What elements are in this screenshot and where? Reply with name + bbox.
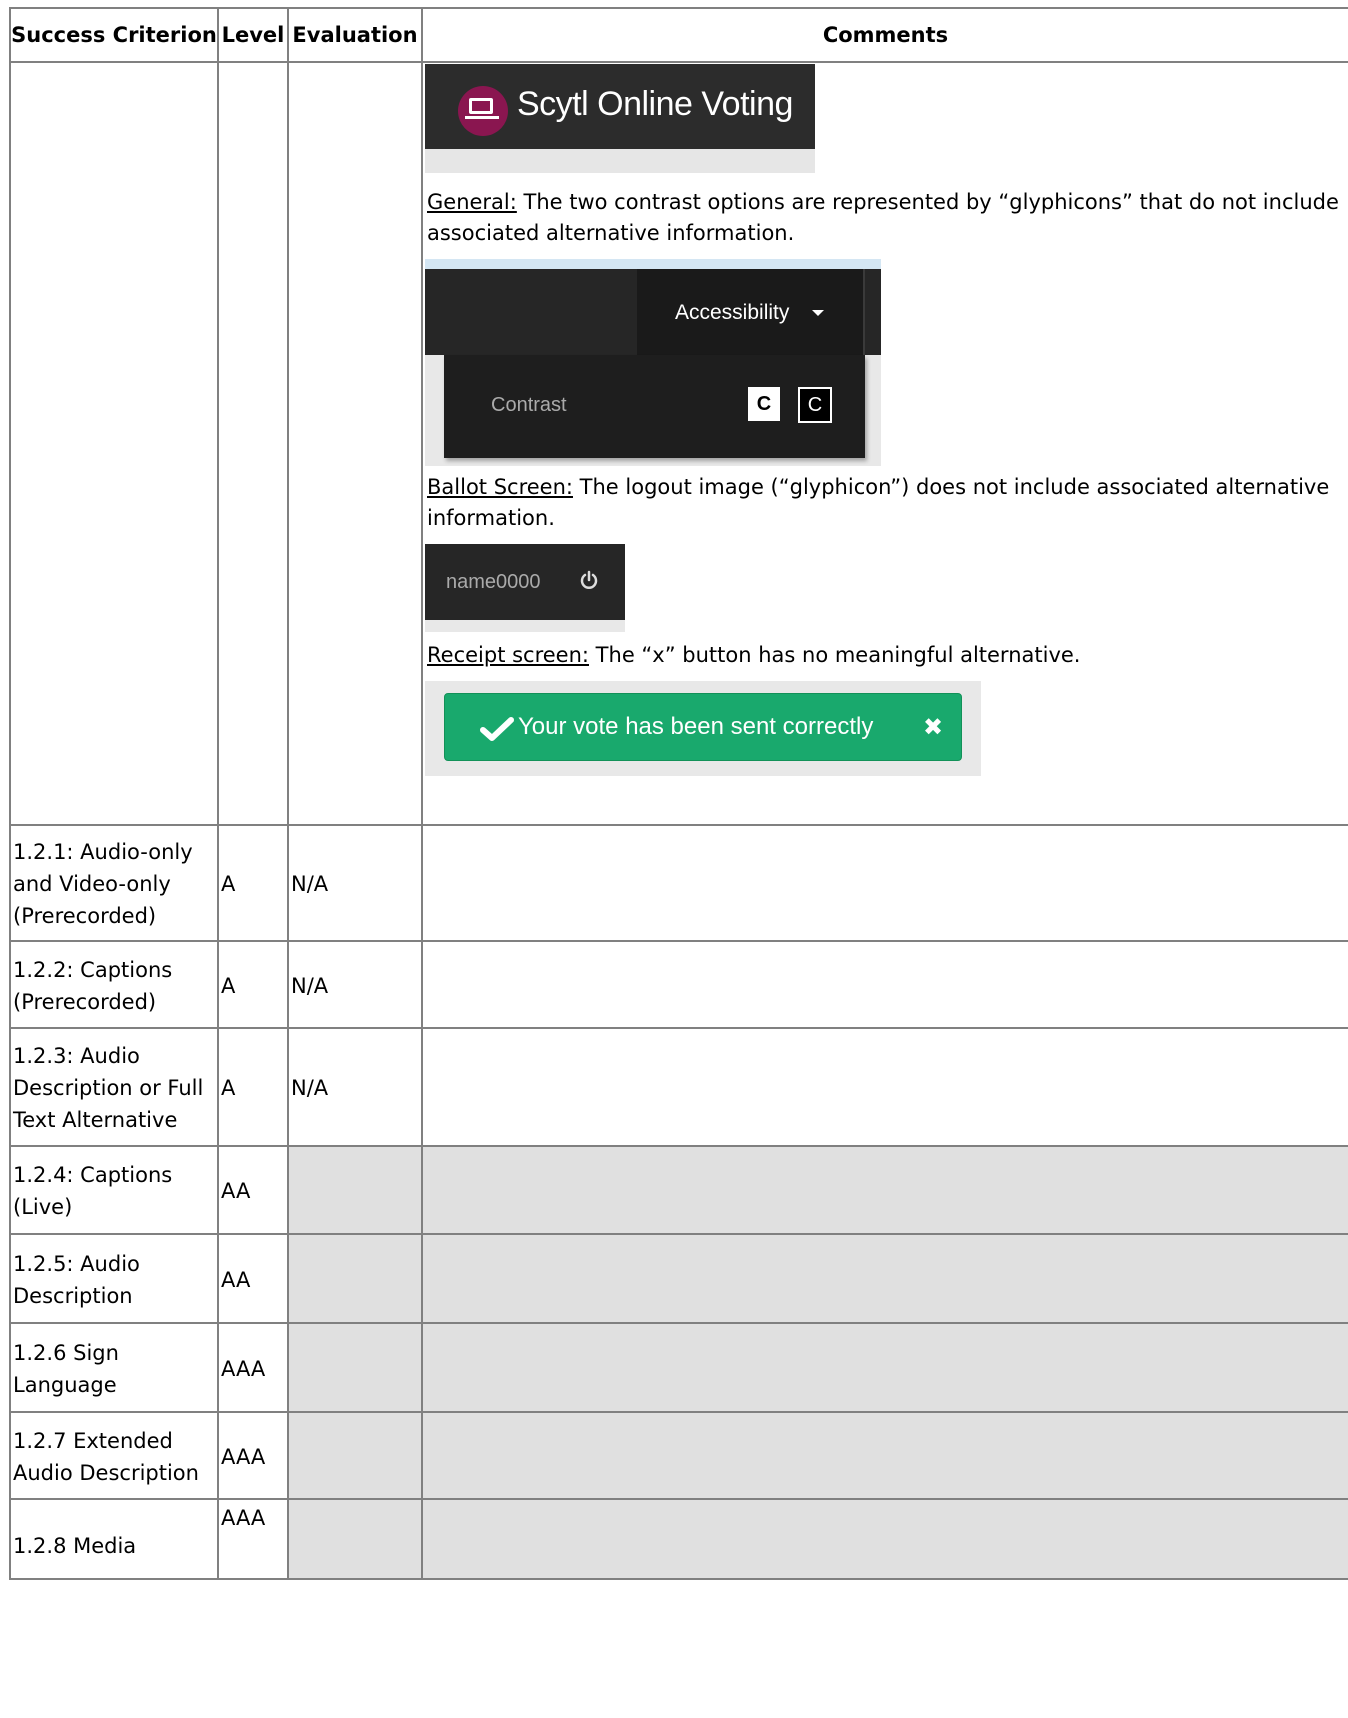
- comments-cell: [421, 1145, 1348, 1235]
- accessibility-menu-screenshot: Accessibility Contrast C C: [425, 259, 881, 466]
- criterion-cell: 1.2.1: Audio-only and Video-only (Prerec…: [9, 824, 219, 942]
- level-cell: AAA: [217, 1411, 289, 1500]
- header-criterion: Success Criterion: [9, 7, 219, 63]
- evaluation-cell: [287, 1145, 423, 1235]
- level-cell: AAA: [217, 1322, 289, 1413]
- contrast-dark-icon: C: [798, 387, 832, 423]
- contrast-label: Contrast: [491, 394, 567, 416]
- criterion-cell: 1.2.5: Audio Description: [9, 1233, 219, 1324]
- table-row: 1.2.8 Media AAA: [9, 1498, 1348, 1580]
- criterion-cell: 1.2.6 Sign Language: [9, 1322, 219, 1413]
- logo-text: Scytl Online Voting: [517, 85, 793, 123]
- continuation-level-cell: [217, 61, 289, 826]
- receipt-comment: Receipt screen: The “x” button has no me…: [427, 640, 1348, 671]
- checkmark-icon: [480, 717, 514, 741]
- evaluation-cell: [287, 1411, 423, 1500]
- header-comments: Comments: [421, 7, 1348, 63]
- header-level: Level: [217, 7, 289, 63]
- caret-down-icon: [812, 310, 824, 316]
- receipt-screenshot: Your vote has been sent correctly ✖: [425, 681, 981, 776]
- comments-cell: [421, 824, 1348, 942]
- table-row: 1.2.2: Captions (Prerecorded) A N/A: [9, 940, 1348, 1029]
- header-evaluation: Evaluation: [287, 7, 423, 63]
- level-cell: AA: [217, 1145, 289, 1235]
- comments-cell: [421, 1411, 1348, 1500]
- criterion-cell: 1.2.2: Captions (Prerecorded): [9, 940, 219, 1029]
- comments-cell: [421, 1027, 1348, 1147]
- evaluation-cell: N/A: [287, 824, 423, 942]
- general-text: The two contrast options are represented…: [427, 190, 1339, 245]
- wcag-evaluation-table: Success Criterion Level Evaluation Comme…: [9, 7, 1348, 1580]
- ballot-comment: Ballot Screen: The logout image (“glyphi…: [427, 472, 1348, 534]
- evaluation-cell: N/A: [287, 940, 423, 1029]
- table-row: 1.2.6 Sign Language AAA: [9, 1322, 1348, 1413]
- level-cell: AA: [217, 1233, 289, 1324]
- level-cell: A: [217, 940, 289, 1029]
- table-row: 1.2.4: Captions (Live) AA: [9, 1145, 1348, 1235]
- level-cell: A: [217, 1027, 289, 1147]
- continuation-criterion-cell: [9, 61, 219, 826]
- criterion-cell: 1.2.4: Captions (Live): [9, 1145, 219, 1235]
- receipt-message: Your vote has been sent correctly: [518, 713, 874, 740]
- comments-cell: [421, 1498, 1348, 1580]
- table-row: 1.2.5: Audio Description AA: [9, 1233, 1348, 1324]
- table-row: 1.2.1: Audio-only and Video-only (Prerec…: [9, 824, 1348, 942]
- continuation-evaluation-cell: [287, 61, 423, 826]
- criterion-cell: 1.2.7 Extended Audio Description: [9, 1411, 219, 1500]
- criterion-cell: 1.2.8 Media: [9, 1498, 219, 1580]
- comments-cell: [421, 1233, 1348, 1324]
- ballot-label: Ballot Screen:: [427, 475, 573, 499]
- header-row: Success Criterion Level Evaluation Comme…: [9, 7, 1348, 63]
- close-icon: ✖: [923, 713, 944, 741]
- logout-screenshot: name0000: [425, 544, 625, 632]
- table-row: 1.2.3: Audio Description or Full Text Al…: [9, 1027, 1348, 1147]
- receipt-label: Receipt screen:: [427, 643, 589, 667]
- scytl-logo-screenshot: Scytl Online Voting: [425, 64, 815, 173]
- evaluation-cell: [287, 1322, 423, 1413]
- continuation-row: Scytl Online Voting General: The two con…: [9, 61, 1348, 826]
- evaluation-cell: N/A: [287, 1027, 423, 1147]
- continuation-comments-cell: Scytl Online Voting General: The two con…: [421, 61, 1348, 826]
- comments-cell: [421, 940, 1348, 1029]
- evaluation-cell: [287, 1233, 423, 1324]
- criterion-cell: 1.2.3: Audio Description or Full Text Al…: [9, 1027, 219, 1147]
- table-row: 1.2.7 Extended Audio Description AAA: [9, 1411, 1348, 1500]
- general-comment: General: The two contrast options are re…: [427, 187, 1348, 249]
- power-icon: [580, 570, 598, 589]
- accessibility-menu-label: Accessibility: [675, 301, 790, 324]
- contrast-light-icon: C: [748, 387, 780, 421]
- comments-cell: [421, 1322, 1348, 1413]
- general-label: General:: [427, 190, 517, 214]
- logout-username: name0000: [446, 571, 541, 593]
- level-cell: AAA: [217, 1498, 289, 1580]
- level-cell: A: [217, 824, 289, 942]
- evaluation-cell: [287, 1498, 423, 1580]
- receipt-text: The “x” button has no meaningful alterna…: [589, 643, 1081, 667]
